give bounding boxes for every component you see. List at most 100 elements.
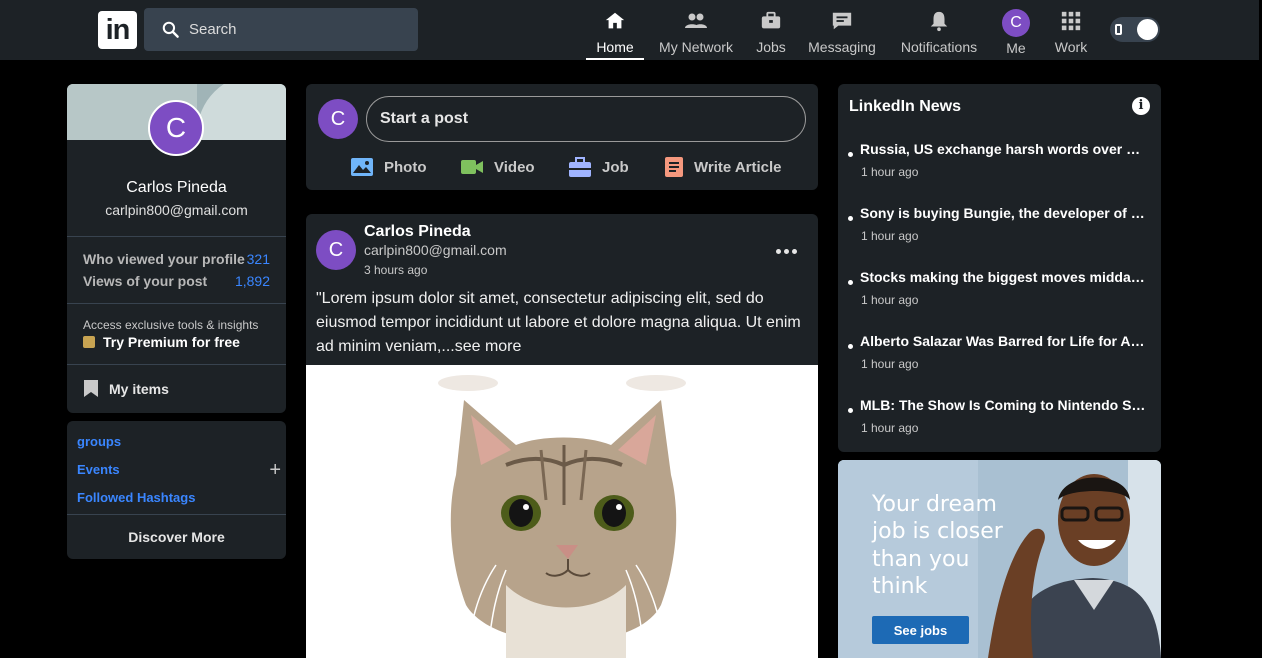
grid-icon (1059, 9, 1083, 33)
feed-post: C Carlos Pineda carlpin800@gmail.com 3 h… (306, 214, 818, 658)
bullet (848, 216, 853, 221)
video-icon (461, 158, 483, 176)
post-image[interactable] (306, 365, 818, 658)
search-icon (162, 21, 179, 38)
linkedin-news-card: LinkedIn News i Russia, US exchange hars… (838, 84, 1161, 452)
theme-toggle[interactable] (1110, 17, 1160, 42)
profile-avatar[interactable]: C (148, 100, 204, 156)
post-author-email: carlpin800@gmail.com (364, 242, 507, 258)
bell-icon (927, 9, 951, 33)
ad-headline: than you (872, 547, 970, 572)
post-author-avatar[interactable]: C (316, 230, 356, 270)
message-icon (830, 9, 854, 33)
news-time: 1 hour ago (861, 293, 919, 307)
nav-me[interactable]: C Me (1000, 0, 1032, 60)
divider (67, 364, 286, 365)
video-button[interactable]: Video (461, 154, 535, 180)
my-items-label: My items (109, 380, 169, 397)
news-item[interactable]: MLB: The Show Is Coming to Nintendo Swit… (848, 397, 1148, 437)
video-label: Video (494, 158, 535, 176)
stat-profile-views[interactable]: Who viewed your profile 321 (83, 251, 270, 267)
add-event-icon[interactable]: + (269, 459, 281, 482)
my-items-link[interactable]: My items (83, 379, 169, 398)
cat-photo (438, 375, 686, 658)
followed-hashtags-link[interactable]: Followed Hashtags (77, 490, 195, 505)
news-time: 1 hour ago (861, 229, 919, 243)
bullet (848, 344, 853, 349)
top-navigation-bar: in Home My Network Jobs Messaging Notifi… (0, 0, 1259, 60)
share-box: C Start a post Photo Video Job Write Art… (306, 84, 818, 190)
nav-notifications-label: Notifications (900, 39, 978, 55)
nav-messaging-label: Messaging (808, 39, 876, 55)
news-item[interactable]: Alberto Salazar Was Barred for Life for … (848, 333, 1148, 373)
nav-jobs-label: Jobs (756, 39, 786, 55)
divider (67, 303, 286, 304)
share-avatar: C (318, 99, 358, 139)
bookmark-icon (84, 380, 98, 397)
more-options-icon[interactable] (776, 241, 798, 261)
news-headline: Stocks making the biggest moves midday: … (860, 269, 1148, 285)
groups-link[interactable]: groups (77, 434, 121, 449)
discover-more-button[interactable]: Discover More (67, 529, 286, 545)
me-avatar: C (1002, 9, 1030, 37)
events-link[interactable]: Events (77, 462, 120, 477)
nav-jobs[interactable]: Jobs (752, 0, 790, 60)
nav-my-network-label: My Network (659, 39, 733, 55)
nav-work-label: Work (1054, 39, 1088, 55)
article-icon (665, 157, 683, 177)
stat-value: 1,892 (234, 273, 270, 289)
profile-card: C Carlos Pineda carlpin800@gmail.com Who… (67, 84, 286, 413)
search-bar[interactable] (144, 8, 418, 51)
info-icon[interactable]: i (1132, 97, 1150, 115)
nav-notifications[interactable]: Notifications (898, 0, 980, 60)
ad-headline: Your dream (872, 492, 997, 517)
stat-label: Who viewed your profile (83, 251, 245, 267)
news-headline: MLB: The Show Is Coming to Nintendo Swit… (860, 397, 1148, 413)
nav-home[interactable]: Home (586, 0, 644, 60)
stat-value: 321 (246, 251, 270, 267)
news-item[interactable]: Stocks making the biggest moves midday: … (848, 269, 1148, 309)
post-text[interactable]: "Lorem ipsum dolor sit amet, consectetur… (316, 287, 812, 359)
see-jobs-button[interactable]: See jobs (872, 616, 969, 644)
toggle-mini-icon (1115, 24, 1122, 35)
job-label: Job (602, 158, 629, 176)
job-icon (569, 157, 591, 177)
news-item[interactable]: Russia, US exchange harsh words over Ukr… (848, 141, 1148, 181)
bullet (848, 408, 853, 413)
ad-headline: job is closer (872, 519, 1003, 544)
briefcase-icon (759, 9, 783, 33)
linkedin-logo[interactable]: in (98, 11, 137, 49)
bullet (848, 280, 853, 285)
ad-headline: think (872, 574, 928, 599)
news-item[interactable]: Sony is buying Bungie, the developer of … (848, 205, 1148, 245)
post-author-name[interactable]: Carlos Pineda (364, 223, 471, 241)
news-title: LinkedIn News (849, 98, 962, 115)
news-time: 1 hour ago (861, 165, 919, 179)
job-button[interactable]: Job (569, 154, 629, 180)
nav-messaging[interactable]: Messaging (806, 0, 878, 60)
stat-post-views[interactable]: Views of your post 1,892 (83, 273, 270, 289)
photo-icon (351, 158, 373, 176)
premium-text: Access exclusive tools & insights (83, 318, 259, 332)
post-timestamp: 3 hours ago (364, 263, 428, 277)
people-icon (684, 9, 708, 33)
divider (67, 236, 286, 237)
profile-name[interactable]: Carlos Pineda (67, 179, 286, 197)
nav-my-network[interactable]: My Network (656, 0, 736, 60)
photo-label: Photo (384, 158, 427, 176)
news-time: 1 hour ago (861, 357, 919, 371)
home-icon (603, 9, 627, 33)
stat-label: Views of your post (83, 273, 208, 289)
nav-work[interactable]: Work (1052, 0, 1090, 60)
news-headline: Russia, US exchange harsh words over Ukr… (860, 141, 1148, 157)
try-premium-link[interactable]: Try Premium for free (83, 334, 240, 350)
bullet (848, 152, 853, 157)
try-premium-label: Try Premium for free (103, 334, 240, 350)
write-article-button[interactable]: Write Article (665, 154, 782, 180)
start-post-button[interactable]: Start a post (366, 96, 806, 142)
nav-me-label: Me (1006, 40, 1026, 56)
search-input[interactable] (189, 21, 409, 38)
premium-icon (83, 336, 95, 348)
job-ad-banner[interactable]: Your dream job is closer than you think … (838, 460, 1161, 658)
photo-button[interactable]: Photo (351, 154, 427, 180)
